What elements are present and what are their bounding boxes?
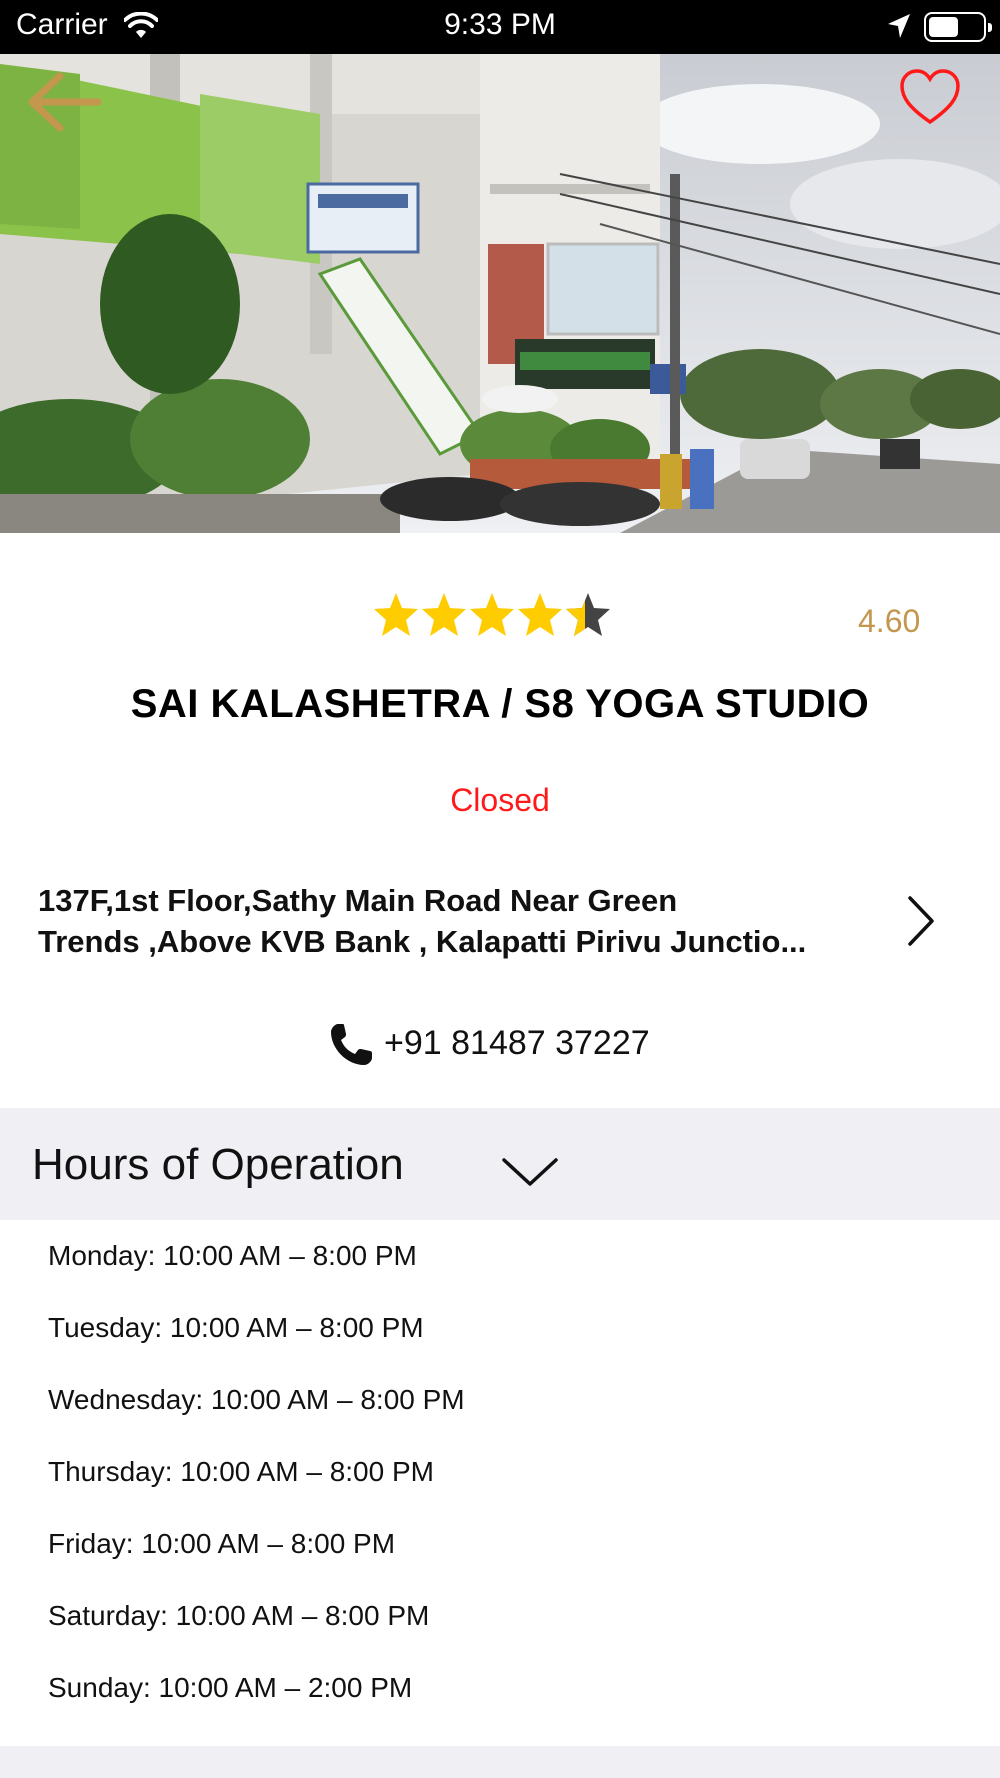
business-name: SAI KALASHETRA / S8 YOGA STUDIO <box>130 682 870 726</box>
hours-sunday: Sunday: 10:00 AM – 2:00 PM <box>48 1672 413 1703</box>
star-icon <box>470 593 514 636</box>
battery-level <box>929 17 958 37</box>
location-arrow-icon <box>886 12 912 45</box>
back-button[interactable] <box>24 66 104 136</box>
star-icon <box>374 593 418 636</box>
status-bar: Carrier 9:33 PM <box>0 0 1000 54</box>
hours-title: Hours of Operation <box>32 1140 404 1189</box>
open-status: Closed <box>450 782 550 818</box>
phone-icon <box>328 1022 374 1073</box>
hours-thursday: Thursday: 10:00 AM – 8:00 PM <box>48 1456 434 1487</box>
chevron-right-icon <box>904 894 938 953</box>
star-icon <box>422 593 466 636</box>
chevron-down-icon[interactable] <box>500 1154 560 1195</box>
next-section-header <box>0 1746 1000 1778</box>
star-icon <box>518 593 562 636</box>
clock-time: 9:33 PM <box>444 8 556 41</box>
address-row[interactable]: 137F,1st Floor,Sathy Main Road Near Gree… <box>0 876 1000 968</box>
hours-friday: Friday: 10:00 AM – 8:00 PM <box>48 1528 396 1559</box>
hours-tuesday: Tuesday: 10:00 AM – 8:00 PM <box>48 1312 424 1343</box>
rating-row: 4.60 <box>0 585 1000 645</box>
hours-header[interactable]: Hours of Operation <box>0 1108 1000 1220</box>
star-rating <box>374 593 610 636</box>
hours-monday: Monday: 10:00 AM – 8:00 PM <box>48 1240 417 1271</box>
arrow-left-icon <box>28 72 102 132</box>
hero-photo <box>0 54 1000 533</box>
hours-saturday: Saturday: 10:00 AM – 8:00 PM <box>48 1600 430 1631</box>
rating-value: 4.60 <box>858 603 921 639</box>
address-text: 137F,1st Floor,Sathy Main Road Near Gree… <box>38 880 888 962</box>
phone-number[interactable]: +91 81487 37227 <box>384 1024 650 1063</box>
battery-icon <box>924 12 992 42</box>
address-line-2: Trends ,Above KVB Bank , Kalapatti Piriv… <box>38 924 807 959</box>
storefront-photo <box>0 54 1000 533</box>
hours-wednesday: Wednesday: 10:00 AM – 8:00 PM <box>48 1384 465 1415</box>
half-star-icon <box>566 593 610 636</box>
address-line-1: 137F,1st Floor,Sathy Main Road Near Gree… <box>38 883 678 918</box>
heart-outline-icon <box>900 69 960 125</box>
phone-row[interactable]: +91 81487 37227 <box>0 1018 1000 1068</box>
favorite-button[interactable] <box>896 64 964 132</box>
